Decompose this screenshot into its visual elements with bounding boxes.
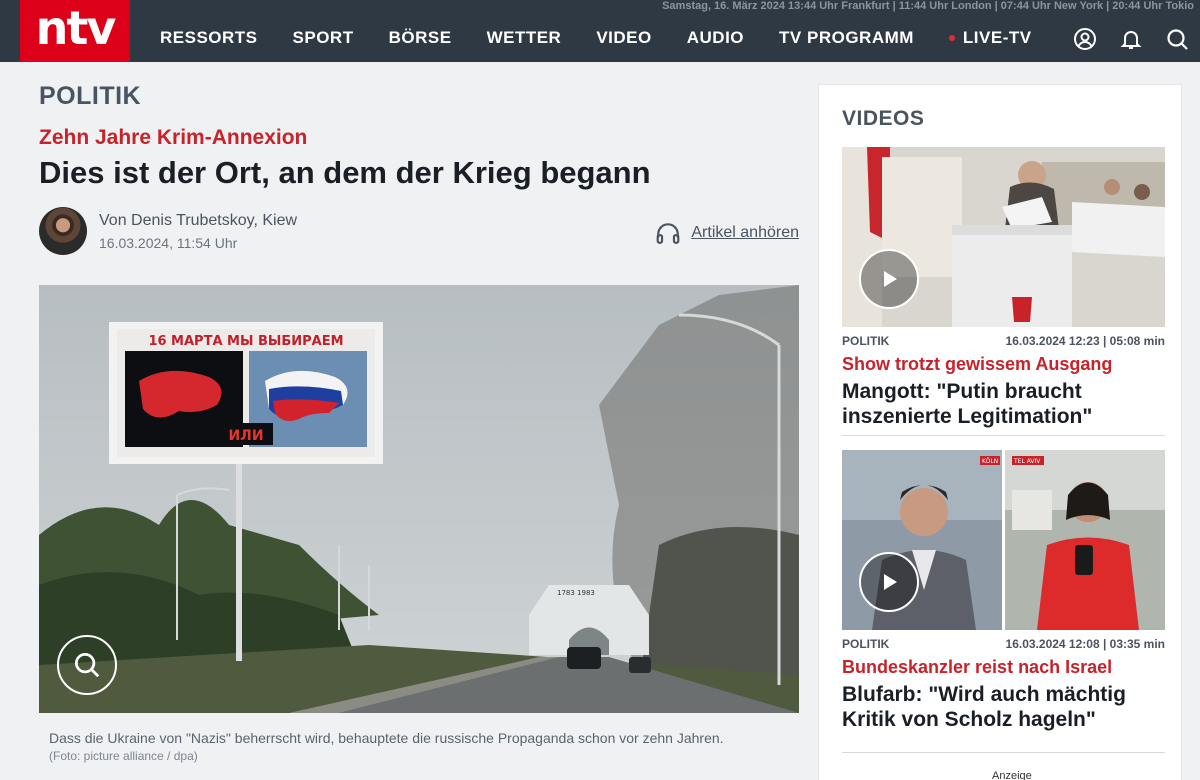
headphones-icon <box>657 223 680 244</box>
zoom-button[interactable] <box>57 635 117 695</box>
article: POLITIK Zehn Jahre Krim-Annexion Dies is… <box>20 62 815 780</box>
hero-photo: 1783 1983 16 МАРТА МЫ ВЫБИРАЕМ ИЛИ <box>39 285 799 713</box>
play-icon <box>884 271 897 287</box>
videos-title: VIDEOS <box>842 107 925 130</box>
video-date-duration-1: 16.03.2024 12:23 | 05:08 min <box>1005 334 1165 348</box>
billboard-headline: 16 МАРТА МЫ ВЫБИРАЕМ <box>148 334 343 349</box>
ad-label: Anzeige <box>992 770 1032 780</box>
nav-sport[interactable]: SPORT <box>293 28 354 48</box>
article-headline: Dies ist der Ort, an dem der Krieg began… <box>39 155 651 190</box>
video-category-2: POLITIK <box>842 637 890 651</box>
divider <box>842 435 1165 436</box>
nav-audio[interactable]: AUDIO <box>687 28 744 48</box>
play-icon <box>884 574 897 590</box>
site-header: ntv Samstag, 16. März 2024 13:44 Uhr Fra… <box>0 0 1200 62</box>
play-button-1[interactable] <box>859 249 919 309</box>
date-time-strip: Samstag, 16. März 2024 13:44 Uhr Frankfu… <box>662 0 1194 12</box>
nav-boerse[interactable]: BÖRSE <box>389 28 452 48</box>
ntv-logo[interactable]: ntv <box>20 0 130 62</box>
video-kicker-1[interactable]: Show trotzt gewissem Ausgang <box>842 354 1112 375</box>
image-credit: (Foto: picture alliance / dpa) <box>49 749 198 763</box>
videos-sidebar: VIDEOS POLITIK 16.03.2024 12:23 | 05:08 … <box>818 84 1182 780</box>
video-meta-1: POLITIK 16.03.2024 12:23 | 05:08 min <box>842 334 1165 348</box>
video-thumbnail-2[interactable]: KÖLN TEL AVIV <box>842 450 1165 630</box>
zoom-icon <box>75 653 100 678</box>
video-kicker-2[interactable]: Bundeskanzler reist nach Israel <box>842 657 1112 678</box>
nav-live-tv[interactable]: LIVE-TV <box>948 28 1032 48</box>
article-kicker: Zehn Jahre Krim-Annexion <box>39 126 308 149</box>
video-2-tag-right: TEL AVIV <box>1013 458 1041 465</box>
video-date-duration-2: 16.03.2024 12:08 | 03:35 min <box>1005 637 1165 651</box>
listen-article-label: Artikel anhören <box>691 224 799 241</box>
nav-video[interactable]: VIDEO <box>596 28 651 48</box>
video-thumbnail-1[interactable] <box>842 147 1165 327</box>
video-title-2[interactable]: Blufarb: "Wird auch mächtig Kritik von S… <box>842 682 1162 732</box>
nav-live-tv-label: LIVE-TV <box>962 28 1032 47</box>
main-nav: RESSORTS SPORT BÖRSE WETTER VIDEO AUDIO … <box>160 28 1067 48</box>
hero-image[interactable]: 1783 1983 16 МАРТА МЫ ВЫБИРАЕМ ИЛИ <box>39 285 799 713</box>
author-avatar <box>39 207 87 255</box>
nav-ressorts[interactable]: RESSORTS <box>160 28 258 48</box>
video-title-1[interactable]: Mangott: "Putin braucht inszenierte Legi… <box>842 379 1162 429</box>
ressort-label[interactable]: POLITIK <box>39 82 141 111</box>
play-button-2[interactable] <box>859 552 919 612</box>
video-category-1: POLITIK <box>842 334 890 348</box>
bell-icon[interactable] <box>1108 24 1154 54</box>
video-2-tag-left: KÖLN <box>982 458 998 465</box>
author-byline[interactable]: Von Denis Trubetskoy, Kiew <box>99 212 297 230</box>
left-margin <box>0 62 20 780</box>
video-meta-2: POLITIK 16.03.2024 12:08 | 03:35 min <box>842 637 1165 651</box>
publish-date: 16.03.2024, 11:54 Uhr <box>99 235 238 251</box>
header-icons <box>1062 24 1200 54</box>
listen-article-button[interactable]: Artikel anhören <box>655 220 799 246</box>
divider <box>842 752 1165 753</box>
billboard-or: ИЛИ <box>228 428 263 444</box>
user-icon[interactable] <box>1062 24 1108 54</box>
page: ntv Samstag, 16. März 2024 13:44 Uhr Fra… <box>0 0 1200 780</box>
image-caption: Dass die Ukraine von "Nazis" beherrscht … <box>49 730 724 746</box>
nav-wetter[interactable]: WETTER <box>487 28 562 48</box>
nav-tv-programm[interactable]: TV PROGRAMM <box>779 28 914 48</box>
live-dot-icon <box>948 35 955 41</box>
search-icon[interactable] <box>1154 24 1200 54</box>
monument-years: 1783 1983 <box>557 589 595 597</box>
